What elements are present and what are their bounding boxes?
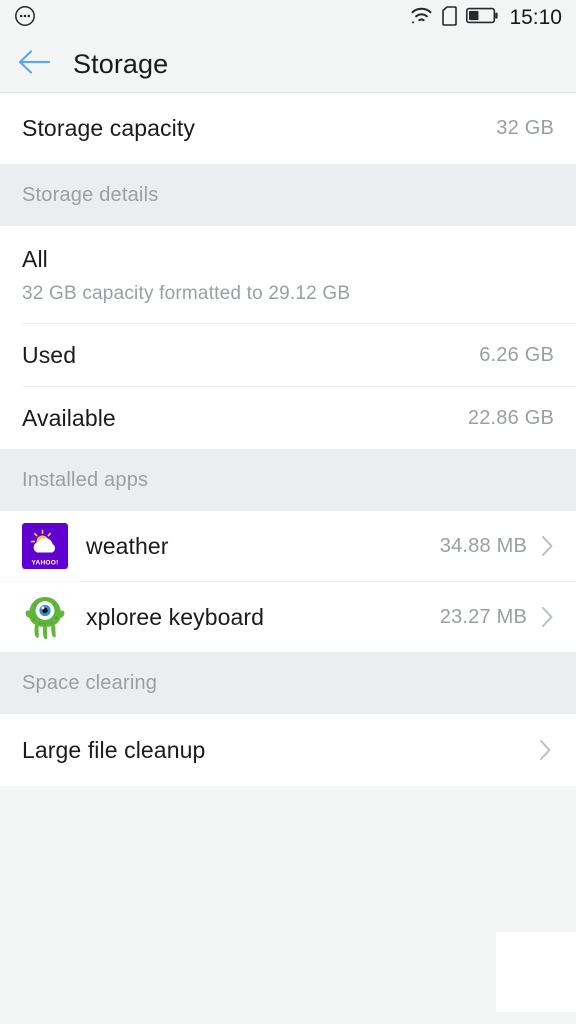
app-list-item-xploree-keyboard[interactable]: xploree keyboard 23.27 MB	[0, 582, 576, 652]
storage-settings-screen: 15:10 Storage Storage capacity 32 GB Sto…	[0, 0, 576, 1024]
storage-detail-used-value: 6.26 GB	[479, 343, 554, 366]
storage-detail-available-row[interactable]: Available 22.86 GB	[0, 387, 576, 449]
page-title: Storage	[73, 48, 169, 79]
section-header-storage-details: Storage details	[0, 164, 576, 226]
storage-detail-used-label: Used	[22, 341, 77, 368]
large-file-cleanup-label: Large file cleanup	[22, 736, 206, 763]
storage-detail-all-title: All	[22, 246, 48, 272]
section-header-label: Storage details	[22, 183, 159, 206]
empty-area	[0, 786, 576, 1024]
app-size-label: 34.88 MB	[439, 534, 527, 557]
app-list-item-weather[interactable]: YAHOO! weather 34.88 MB	[0, 511, 576, 581]
app-name-label: weather	[86, 532, 169, 559]
storage-capacity-value: 32 GB	[496, 117, 554, 139]
status-bar-right: 15:10	[410, 5, 562, 31]
status-time: 15:10	[509, 6, 562, 29]
section-header-space-clearing: Space clearing	[0, 652, 576, 714]
wifi-icon	[410, 6, 433, 30]
storage-detail-all-row[interactable]: All 32 GB capacity formatted to 29.12 GB	[0, 226, 576, 323]
storage-detail-available-label: Available	[22, 404, 116, 431]
status-bar: 15:10	[0, 0, 576, 36]
chevron-right-icon	[541, 535, 554, 557]
large-file-cleanup-row[interactable]: Large file cleanup	[0, 714, 576, 786]
app-name-label: xploree keyboard	[86, 603, 265, 630]
xploree-monster-icon	[22, 594, 68, 640]
sim-card-icon	[442, 5, 458, 31]
yahoo-weather-icon: YAHOO!	[22, 523, 68, 569]
storage-capacity-label: Storage capacity	[22, 115, 195, 141]
section-header-label: Space clearing	[22, 671, 158, 694]
storage-capacity-row[interactable]: Storage capacity 32 GB	[0, 93, 576, 164]
more-dots-circle-icon	[14, 5, 36, 32]
app-size-label: 23.27 MB	[439, 605, 527, 628]
installed-apps-list: YAHOO! weather 34.88 MB xploree keyboard…	[0, 511, 576, 652]
storage-details-block: All 32 GB capacity formatted to 29.12 GB…	[0, 226, 576, 449]
chevron-right-icon	[539, 739, 552, 761]
back-button[interactable]	[0, 36, 68, 93]
storage-detail-available-value: 22.86 GB	[467, 406, 554, 429]
app-header: Storage	[0, 36, 576, 93]
battery-icon	[466, 7, 499, 29]
section-header-label: Installed apps	[22, 468, 149, 491]
back-arrow-icon	[17, 48, 51, 81]
section-header-installed-apps: Installed apps	[0, 449, 576, 511]
status-bar-left	[14, 5, 36, 32]
storage-detail-all-subtitle: 32 GB capacity formatted to 29.12 GB	[22, 283, 351, 304]
svg-text:YAHOO!: YAHOO!	[32, 560, 59, 567]
chevron-right-icon	[541, 606, 554, 628]
blank-overlay-patch	[496, 932, 576, 1012]
storage-detail-used-row[interactable]: Used 6.26 GB	[0, 324, 576, 386]
